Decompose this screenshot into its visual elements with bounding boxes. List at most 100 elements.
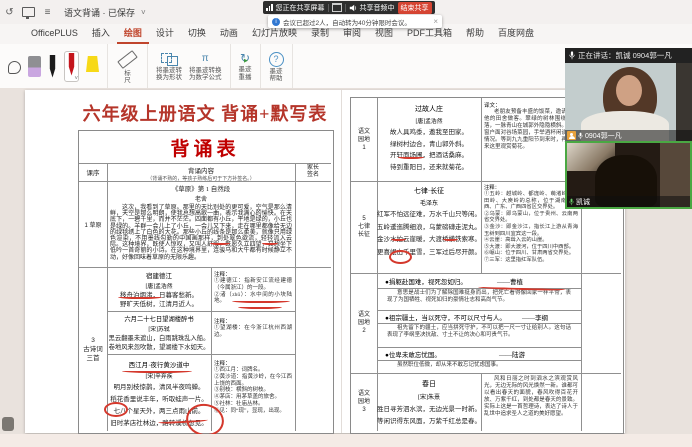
note-item: ②黄沙道：指黄沙岭，在今江西上饶的西面。: [214, 374, 292, 388]
lasso-select-icon[interactable]: [8, 61, 21, 74]
col-header-sign: 家长 签名: [295, 163, 331, 181]
poem-title: 六月二十七日望湖楼醉书: [107, 314, 211, 323]
red-pen-icon[interactable]: [67, 53, 76, 76]
chevron-down-icon[interactable]: ˅: [141, 8, 146, 17]
poem-chunri: 春日 [宋]朱熹 胜日寻芳泗水滨，无边光景一时新。等闲识得东风面，万紫千红总是春…: [377, 379, 481, 428]
divider: [328, 4, 329, 12]
more-icon[interactable]: ≡: [41, 7, 54, 18]
quote-explanation: 祖先留下的疆土，应当拼死守护，不可以把一尺一寸让给别人。这句话表现了李纲坚决抗敌…: [377, 323, 581, 347]
ruler-button[interactable]: 标 尺: [116, 48, 139, 85]
ink-to-shape-icon: [161, 53, 178, 66]
tab-draw[interactable]: 绘图: [117, 24, 149, 44]
ink-to-shape-button[interactable]: 将墨迹转 换为形状: [156, 51, 182, 82]
participant-name-bar: 凯诚: [567, 196, 690, 207]
tab-design[interactable]: 设计: [149, 24, 181, 44]
row-label: 1 草原: [79, 181, 107, 267]
black-pen-icon[interactable]: [48, 55, 57, 78]
quote-text: ●位卑未敢忘忧国。: [385, 349, 441, 359]
meeting-panel: 正在讲话：凯诚 0904郭一凡 0904郭一凡 凯诚: [565, 48, 692, 209]
poem-line: 黑云翻墨未遮山，白雨跳珠乱入船。: [107, 334, 211, 343]
eraser-icon[interactable]: [28, 56, 41, 77]
ink-annotation: [122, 368, 192, 373]
document-title: 语文背诵 · 已保存: [64, 6, 135, 19]
tab-transitions[interactable]: 切换: [181, 24, 213, 44]
row-label: 语文 园地 2: [351, 273, 377, 373]
close-icon[interactable]: ×: [433, 17, 438, 26]
poem-notes: 注释： ①西江月：词牌名。②黄沙道：指黄沙岭，在今江西上饶的西面。③别枝：横斜的…: [214, 359, 292, 415]
poem-changzheng: 七律·长征 毛泽东 红军不怕远征难，万水千山只等闲。五岭逶迤腾细浪，乌蒙磅礴走泥…: [377, 186, 481, 259]
translation-text: 风和日丽之时到泗水之滨观赏风光，无边无际的风光焕然一新。谁都可以看出春天的面貌，…: [484, 376, 578, 417]
ink-annotation: [391, 236, 406, 241]
text-paragraph: 这次，我看到了草原。那里的天比别处的更可爱，空气是那么清鲜，天空是那么明朗，使我…: [110, 205, 292, 261]
participant-video[interactable]: 0904郭一凡: [565, 63, 692, 141]
mic-icon: [578, 132, 583, 140]
signal-icon: [266, 4, 273, 11]
row-label: 语文 园地 1: [351, 98, 377, 181]
ruler-icon: [117, 50, 138, 69]
note-item: ⑤社林：社庙丛林。: [214, 401, 292, 408]
canvas-bottom-strip: [0, 434, 692, 447]
window-icon[interactable]: [332, 3, 342, 12]
audio-status-text: 共享音频中: [360, 3, 395, 13]
poem-line: 待到重阳日，还来就菊花。: [377, 162, 481, 174]
poem-lines: 胜日寻芳泗水滨，无边光景一时新。等闲识得东风面，万紫千红总是春。: [377, 404, 481, 428]
present-icon[interactable]: [22, 7, 35, 17]
notes-list: ①五岭：越城岭、都庞岭、萌渚岭、骑田岭、大庾岭的总称，位于湖南、江西、广东、广西…: [484, 191, 578, 264]
end-share-button[interactable]: 结束共享: [398, 2, 432, 14]
poem-lines: 黑云翻墨未遮山，白雨跳珠乱入船。卷地风来忽吹散，望湖楼下水如天。: [107, 334, 211, 352]
row-label: 5 七律 长征: [351, 181, 377, 273]
col-header-content-label: 背诵内容: [107, 163, 295, 175]
tab-officeplus[interactable]: OfficePLUS: [24, 24, 85, 44]
recite-table-page1: 背诵表 课序 背诵内容 （背诵不熟的，等孩子熟练后可于下方补签名。） 家长 签名…: [78, 130, 334, 434]
text-author: 老舍: [110, 194, 292, 203]
notice-text: 会议已超过2人，自动转为40分钟限时会议。: [283, 17, 411, 27]
note-item: ②乌蒙：即乌蒙山，位于贵州、云南两省交界处。: [484, 211, 578, 224]
ink-replay-button[interactable]: ↻▶ 墨迹 重播: [239, 51, 252, 81]
ink-to-math-button[interactable]: π 将墨迹转换 为数学公式: [189, 51, 222, 82]
poem-title: 七律·长征: [377, 186, 481, 196]
webcam-image: [616, 75, 642, 106]
help-icon: ?: [269, 52, 284, 67]
corner-handle[interactable]: [2, 417, 14, 431]
notes-title: 注释：: [214, 359, 292, 367]
ruler-label: 标 尺: [124, 70, 131, 85]
poem-title: 过故人庄: [377, 104, 481, 114]
ink-replay-label: 墨迹 重播: [239, 66, 252, 81]
poem-line: 等闲识得东风面，万紫千红总是春。: [377, 416, 481, 428]
ink-to-shape-label: 将墨迹转 换为形状: [156, 67, 182, 82]
participant-video-active[interactable]: 凯诚: [565, 141, 692, 209]
poem-line: 故人具鸡黍，邀我至田家。: [377, 127, 481, 139]
tab-baidu-pan[interactable]: 百度网盘: [491, 24, 541, 44]
ink-replay-icon: ↻▶: [240, 51, 250, 65]
speaker-icon: [349, 4, 357, 12]
chevron-down-icon[interactable]: ˅: [74, 76, 78, 82]
quote-author: ——陆游: [499, 349, 525, 359]
play-icon: ▶: [244, 54, 248, 68]
poem-line: 胜日寻芳泗水滨，无边光景一时新。: [377, 404, 481, 416]
highlighter-icon[interactable]: [86, 56, 99, 76]
meeting-notice: i 会议已超过2人，自动转为40分钟限时会议。 ×: [268, 15, 442, 28]
tab-animations[interactable]: 动画: [213, 24, 245, 44]
notes-title: 译文：: [484, 101, 578, 109]
undo-icon[interactable]: ↺: [3, 7, 16, 18]
tab-insert[interactable]: 插入: [85, 24, 117, 44]
poem-author: [唐]孟浩然: [377, 116, 481, 125]
poem-line: 明月别枝惊鹊，清风半夜鸣蝉。: [107, 382, 211, 394]
col-header-content-note: （背诵不熟的，等孩子熟练后可于下方补签名。）: [107, 175, 295, 182]
quote-text: ●捐躯赴国难，视死忽如归。: [385, 276, 467, 286]
notes-title: 注释：: [484, 183, 578, 191]
avatar-badge: [567, 131, 576, 140]
note-item: ①五岭：越城岭、都庞岭、萌渚岭、骑田岭、大庾岭的总称，位于湖南、江西、广东、广西…: [484, 191, 578, 211]
poem-author: 毛泽东: [377, 198, 481, 207]
red-pen-tool[interactable]: ˅: [64, 51, 79, 82]
ink-help-button[interactable]: ? 墨迹 帮助: [269, 50, 284, 83]
poem-line: 红军不怕远征难，万水千山只等闲。: [377, 209, 481, 222]
speaking-label: 正在讲话：凯诚 0904郭一凡: [578, 50, 672, 61]
poem-line: 五岭逶迤腾细浪，乌蒙磅礴走泥丸。: [377, 222, 481, 235]
mic-icon: [569, 51, 575, 60]
tab-help[interactable]: 帮助: [459, 24, 491, 44]
participant-name-bar: 0904郭一凡: [565, 130, 692, 141]
quote-text: ●祖宗疆土，当以死守，不可以尺寸与人。: [385, 312, 506, 322]
poem-line: 卷地风来忽吹散，望湖楼下水如天。: [107, 343, 211, 352]
ink-help-label: 墨迹 帮助: [270, 68, 283, 83]
